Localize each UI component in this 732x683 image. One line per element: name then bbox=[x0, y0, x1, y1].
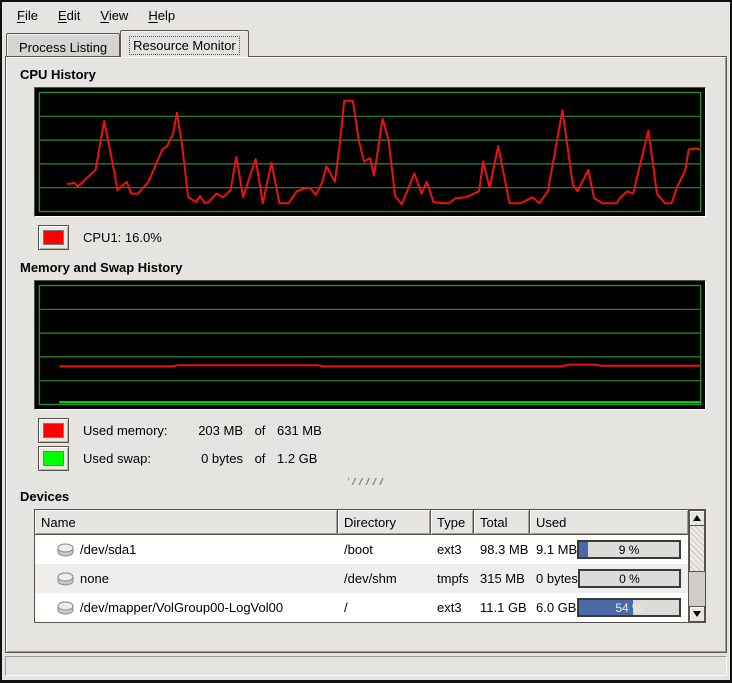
device-name-cell: /dev/mapper/VolGroup00-LogVol00 bbox=[35, 593, 338, 622]
usage-percent-label: 54 % bbox=[579, 600, 679, 615]
device-name: /dev/sda1 bbox=[80, 542, 136, 557]
device-type-cell: ext3 bbox=[431, 535, 474, 564]
disk-icon bbox=[57, 572, 74, 586]
column-header-used[interactable]: Used bbox=[530, 510, 688, 535]
usage-progress-bar: 0 % bbox=[578, 569, 681, 588]
cpu-legend: CPU1: 16.0% bbox=[38, 224, 718, 250]
menu-item-file[interactable]: File bbox=[8, 5, 47, 26]
memory-swap-graph bbox=[34, 280, 706, 410]
cpu-history-title: CPU History bbox=[20, 67, 718, 82]
scrollbar-down-button[interactable] bbox=[689, 606, 705, 622]
scrollbar-trough[interactable] bbox=[689, 572, 705, 606]
status-bar bbox=[5, 656, 727, 676]
devices-table-header: Name Directory Type Total Used bbox=[35, 510, 688, 535]
devices-table-body: /dev/sda1/bootext398.3 MB9.1 MB9 %none/d… bbox=[35, 535, 688, 622]
device-directory-cell: /boot bbox=[338, 535, 431, 564]
device-used-amount: 6.0 GB bbox=[536, 600, 576, 615]
devices-title: Devices bbox=[20, 489, 718, 504]
device-name-cell: none bbox=[35, 564, 338, 593]
used-swap-legend: Used swap: 0 bytes of 1.2 GB bbox=[38, 445, 718, 471]
device-used-cell: 9.1 MB9 % bbox=[530, 535, 688, 564]
disk-icon bbox=[57, 601, 74, 615]
device-directory-cell: /dev/shm bbox=[338, 564, 431, 593]
used-swap-of: of bbox=[243, 451, 277, 466]
used-memory-of: of bbox=[243, 423, 277, 438]
column-header-type[interactable]: Type bbox=[431, 510, 474, 535]
tab-process-listing-label: Process Listing bbox=[19, 40, 107, 55]
tab-strip: Process Listing Resource Monitor bbox=[2, 28, 730, 56]
device-total-cell: 315 MB bbox=[474, 564, 530, 593]
device-row[interactable]: /dev/mapper/VolGroup00-LogVol00 /ext311.1… bbox=[35, 593, 688, 622]
resource-monitor-panel: CPU History CPU1: 16.0% Memory and Swap … bbox=[5, 56, 727, 653]
disk-icon bbox=[57, 543, 74, 557]
used-swap-value: 0 bytes bbox=[181, 451, 243, 466]
used-swap-total: 1.2 GB bbox=[277, 451, 347, 466]
used-memory-total: 631 MB bbox=[277, 423, 347, 438]
cpu-history-graph bbox=[34, 87, 706, 217]
used-swap-label: Used swap: bbox=[83, 451, 181, 466]
memory-swap-title: Memory and Swap History bbox=[20, 260, 718, 275]
used-memory-legend: Used memory: 203 MB of 631 MB bbox=[38, 417, 718, 443]
menu-item-view[interactable]: View bbox=[91, 5, 137, 26]
scrollbar-thumb[interactable] bbox=[689, 526, 705, 572]
used-swap-color-button[interactable] bbox=[38, 446, 69, 471]
device-total-cell: 98.3 MB bbox=[474, 535, 530, 564]
devices-scrollbar[interactable] bbox=[688, 510, 705, 622]
status-bar-area bbox=[2, 653, 730, 680]
column-header-name[interactable]: Name bbox=[35, 510, 338, 535]
pane-resize-handle[interactable] bbox=[348, 478, 384, 485]
menu-item-help[interactable]: Help bbox=[139, 5, 184, 26]
column-header-total[interactable]: Total bbox=[474, 510, 530, 535]
used-swap-color-swatch bbox=[43, 451, 64, 466]
device-type-cell: tmpfs bbox=[431, 564, 474, 593]
usage-progress-bar: 54 % bbox=[577, 598, 681, 617]
used-memory-color-button[interactable] bbox=[38, 418, 69, 443]
system-monitor-window: FileEditViewHelp Process Listing Resourc… bbox=[0, 0, 732, 683]
cpu1-usage-label: CPU1: 16.0% bbox=[83, 230, 162, 245]
tab-resource-monitor-label: Resource Monitor bbox=[133, 38, 236, 53]
used-memory-value: 203 MB bbox=[181, 423, 243, 438]
device-type-cell: ext3 bbox=[431, 593, 474, 622]
device-name: none bbox=[80, 571, 109, 586]
memory-swap-chart bbox=[35, 281, 705, 409]
used-memory-color-swatch bbox=[43, 423, 64, 438]
device-name: /dev/mapper/VolGroup00-LogVol00 bbox=[80, 600, 283, 615]
menu-bar: FileEditViewHelp bbox=[2, 2, 730, 28]
used-memory-label: Used memory: bbox=[83, 423, 181, 438]
device-name-cell: /dev/sda1 bbox=[35, 535, 338, 564]
device-used-amount: 9.1 MB bbox=[536, 542, 577, 557]
devices-table: Name Directory Type Total Used /dev/sda1… bbox=[34, 509, 706, 623]
menu-item-edit[interactable]: Edit bbox=[49, 5, 89, 26]
cpu-history-chart bbox=[35, 88, 705, 216]
device-total-cell: 11.1 GB bbox=[474, 593, 530, 622]
down-arrow-icon bbox=[693, 611, 701, 617]
usage-percent-label: 0 % bbox=[580, 571, 679, 586]
tab-resource-monitor[interactable]: Resource Monitor bbox=[120, 30, 249, 57]
device-used-cell: 0 bytes0 % bbox=[530, 564, 688, 593]
device-directory-cell: / bbox=[338, 593, 431, 622]
cpu1-color-button[interactable] bbox=[38, 225, 69, 250]
cpu1-color-swatch bbox=[43, 230, 64, 245]
scrollbar-up-button[interactable] bbox=[689, 510, 705, 526]
device-row[interactable]: none/dev/shmtmpfs315 MB0 bytes0 % bbox=[35, 564, 688, 593]
usage-percent-label: 9 % bbox=[579, 542, 679, 557]
device-row[interactable]: /dev/sda1/bootext398.3 MB9.1 MB9 % bbox=[35, 535, 688, 564]
usage-progress-bar: 9 % bbox=[577, 540, 681, 559]
up-arrow-icon bbox=[693, 515, 701, 521]
column-header-directory[interactable]: Directory bbox=[338, 510, 431, 535]
device-used-cell: 6.0 GB54 % bbox=[530, 593, 688, 622]
tab-process-listing[interactable]: Process Listing bbox=[6, 33, 120, 56]
device-used-amount: 0 bytes bbox=[536, 571, 578, 586]
